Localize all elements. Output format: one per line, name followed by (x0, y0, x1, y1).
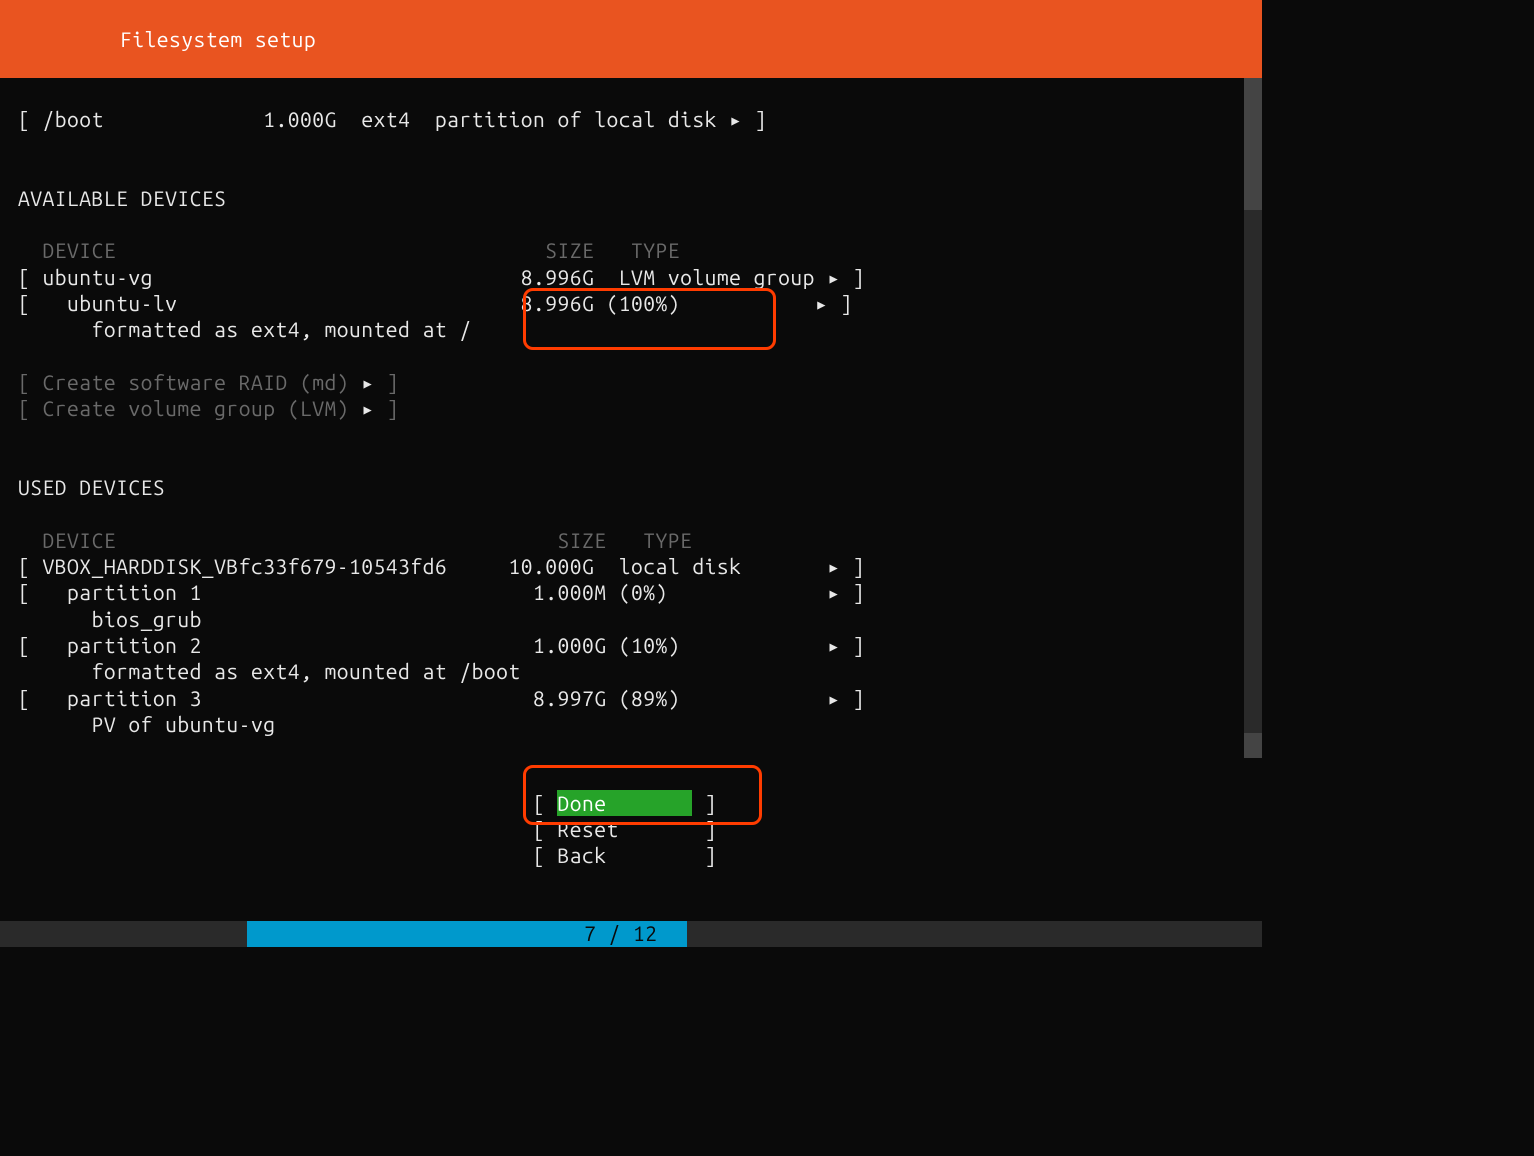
disk-row[interactable]: [ VBOX_HARDDISK_VBfc33f679-10543fd6 10.0… (18, 553, 1244, 579)
title-bar: Filesystem setup (0, 0, 1262, 78)
p3-percent: (89%) (619, 685, 680, 711)
p1-percent: (0%) (619, 579, 668, 605)
triangle-right-icon: ▸ (361, 369, 374, 395)
disk-type: local disk (619, 553, 742, 579)
p2-name: partition 2 (67, 632, 202, 658)
scrollbar-thumb[interactable] (1244, 733, 1262, 758)
annotation-highlight-done (523, 765, 762, 825)
disk-name: VBOX_HARDDISK_VBfc33f679-10543fd6 (43, 553, 448, 579)
lv-detail: formatted as ext4, mounted at / (92, 316, 472, 342)
disk-size: 10.000G (508, 553, 594, 579)
installer-screen: Filesystem setup [ /boot 1.000G ext4 par… (0, 0, 1262, 947)
progress-text: 7 / 12 (584, 921, 658, 945)
boot-size: 1.000G (263, 106, 337, 132)
col-device-label: DEVICE (43, 527, 117, 553)
partition2-row[interactable]: [ partition 2 1.000G (10%) ▸ ] (18, 632, 1244, 658)
vg-size: 8.996G (521, 264, 595, 290)
scrollbar-thumb[interactable] (1244, 78, 1262, 210)
main-content: [ /boot 1.000G ext4 partition of local d… (0, 78, 1262, 869)
triangle-right-icon: ▸ (827, 685, 840, 711)
available-heading-label: AVAILABLE DEVICES (18, 185, 226, 211)
used-columns-header: DEVICE SIZE TYPE (18, 527, 1244, 553)
p2-percent: (10%) (619, 632, 680, 658)
boot-desc: partition of local disk (435, 106, 717, 132)
used-heading-label: USED DEVICES (18, 474, 165, 500)
partition2-detail-row: formatted as ext4, mounted at /boot (18, 658, 1244, 684)
triangle-right-icon: ▸ (827, 632, 840, 658)
p3-name: partition 3 (67, 685, 202, 711)
triangle-right-icon: ▸ (361, 395, 374, 421)
p3-size: 8.997G (533, 685, 607, 711)
lv-name: ubuntu-lv (67, 290, 177, 316)
triangle-right-icon: ▸ (729, 106, 742, 132)
p2-size: 1.000G (533, 632, 607, 658)
p3-detail: PV of ubuntu-vg (92, 711, 276, 737)
create-raid-row[interactable]: [ Create software RAID (md) ▸ ] (18, 369, 1244, 395)
vg-name: ubuntu-vg (43, 264, 153, 290)
col-device-label: DEVICE (43, 237, 117, 263)
back-label: Back (557, 843, 606, 867)
col-type-label: TYPE (631, 237, 680, 263)
p1-size: 1.000M (533, 579, 607, 605)
partition1-row[interactable]: [ partition 1 1.000M (0%) ▸ ] (18, 579, 1244, 605)
create-lvm-label: Create volume group (LVM) (43, 395, 350, 421)
used-devices-heading: USED DEVICES (18, 474, 1244, 500)
triangle-right-icon: ▸ (827, 553, 840, 579)
partition3-detail-row: PV of ubuntu-vg (18, 711, 1244, 737)
boot-mount: /boot (43, 106, 104, 132)
triangle-right-icon: ▸ (827, 579, 840, 605)
triangle-right-icon: ▸ (815, 290, 828, 316)
col-type-label: TYPE (643, 527, 692, 553)
partition1-detail-row: bios_grub (18, 606, 1244, 632)
create-lvm-row[interactable]: [ Create volume group (LVM) ▸ ] (18, 395, 1244, 421)
p1-name: partition 1 (67, 579, 202, 605)
col-size-label: SIZE (557, 527, 606, 553)
triangle-right-icon: ▸ (827, 264, 840, 290)
vg-type: LVM volume group (619, 264, 815, 290)
boot-partition-row[interactable]: [ /boot 1.000G ext4 partition of local d… (18, 106, 1244, 132)
col-size-label: SIZE (545, 237, 594, 263)
available-columns-header: DEVICE SIZE TYPE (18, 237, 1244, 263)
available-devices-heading: AVAILABLE DEVICES (18, 185, 1244, 211)
back-button[interactable]: [ Back ] (18, 842, 1244, 868)
annotation-highlight-lv-size (523, 288, 776, 350)
p2-detail: formatted as ext4, mounted at /boot (92, 658, 521, 684)
boot-fs: ext4 (361, 106, 410, 132)
create-raid-label: Create software RAID (md) (43, 369, 350, 395)
p1-detail: bios_grub (92, 606, 202, 632)
vg-row[interactable]: [ ubuntu-vg 8.996G LVM volume group ▸ ] (18, 264, 1244, 290)
partition3-row[interactable]: [ partition 3 8.997G (89%) ▸ ] (18, 685, 1244, 711)
page-title: Filesystem setup (120, 27, 316, 51)
